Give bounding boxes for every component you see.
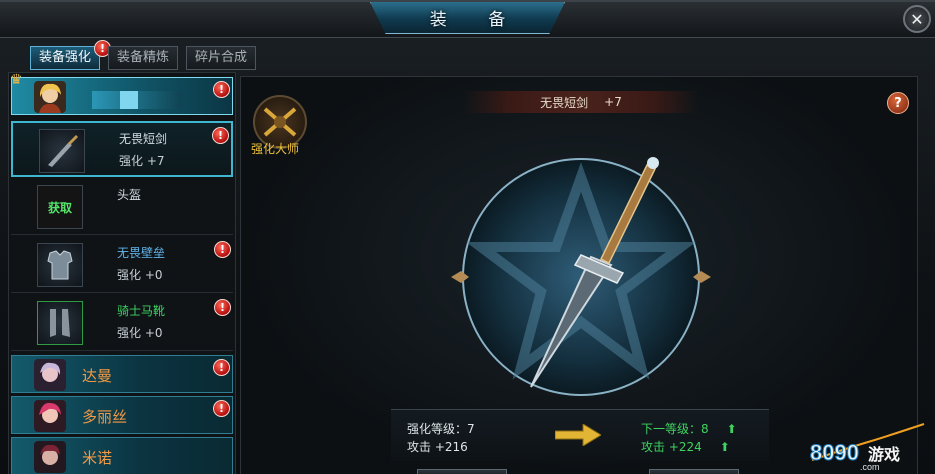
alert-icon: ! <box>213 81 230 98</box>
hero-avatar <box>34 441 66 473</box>
alert-icon: ! <box>213 359 230 376</box>
alert-icon: ! <box>214 241 231 258</box>
window-title: 装 备 <box>429 10 524 30</box>
tab-bar: 装备强化 ! 装备精炼 碎片合成 <box>30 40 257 70</box>
current-attack: 攻击 +216 <box>407 440 468 454</box>
site-watermark-logo: 8090 游戏 .com <box>810 423 925 472</box>
equipment-level: 强化 +7 <box>119 154 165 168</box>
hero-avatar <box>34 359 66 391</box>
tab-refine[interactable]: 装备精炼 <box>108 46 179 70</box>
equipment-slot-armor[interactable]: 无畏壁垒 强化 +0 ! <box>11 237 233 293</box>
item-name: 无畏短剑 <box>540 95 589 110</box>
crown-icon: ♛ <box>10 72 23 88</box>
enhance-master-label: 强化大师 <box>251 142 300 156</box>
item-level: +7 <box>604 95 622 109</box>
watermark-domain: .com <box>860 462 880 472</box>
hero-equipment-list: ♛ ! 无畏短剑 强化 +7 ! 获取 头盔 无畏壁垒 强化 +0 ! 骑士马靴… <box>8 72 236 474</box>
equipment-slot-weapon[interactable]: 无畏短剑 强化 +7 ! <box>11 121 233 177</box>
auto-enhance-button[interactable] <box>649 469 739 474</box>
enhance-button[interactable] <box>417 469 507 474</box>
title-bar: 装 备 ✕ <box>0 2 935 38</box>
tab-enhance-label: 装备强化 <box>39 50 92 65</box>
title-plate: 装 备 <box>370 2 565 34</box>
equipment-name: 无畏短剑 <box>119 132 168 146</box>
close-button[interactable]: ✕ <box>903 5 931 33</box>
up-arrow-icon: ⬆ <box>719 440 730 454</box>
alert-icon: ! <box>214 299 231 316</box>
boots-icon <box>37 301 83 345</box>
enhance-stats: 强化等级：7 攻击 +216 下一等级：8 ⬆ 攻击 +224 ⬆ <box>391 409 769 461</box>
equipment-slot-helmet[interactable]: 获取 头盔 <box>11 179 233 235</box>
help-button[interactable]: ? <box>887 92 909 114</box>
hero-row-main[interactable]: ♛ ! <box>10 72 233 115</box>
equipment-slot-boots[interactable]: 骑士马靴 强化 +0 ! <box>11 295 233 351</box>
alert-icon: ! <box>212 127 229 144</box>
watermark-number: 8090 <box>810 440 859 465</box>
helmet-icon: 获取 <box>37 185 83 229</box>
hero-row-daman[interactable]: 达曼 ! <box>11 355 233 393</box>
equipment-name: 无畏壁垒 <box>117 246 166 260</box>
current-level: 强化等级：7 <box>407 422 475 436</box>
equipment-name: 骑士马靴 <box>117 304 166 318</box>
tab-refine-label: 装备精炼 <box>117 50 170 65</box>
arrow-right-icon <box>555 424 601 446</box>
enhance-display-panel: 无畏短剑 +7 ? 强化大师 强化等级：7 攻击 +216 下一等级：8 ⬆ 攻… <box>240 76 918 474</box>
item-title-banner: 无畏短剑 +7 <box>463 91 699 113</box>
tab-fragment-synthesis[interactable]: 碎片合成 <box>186 46 257 70</box>
equipment-name: 头盔 <box>117 188 142 202</box>
up-arrow-icon: ⬆ <box>726 422 737 436</box>
next-attack: 攻击 +224 <box>641 440 702 454</box>
hero-row-mino[interactable]: 米诺 <box>11 437 233 474</box>
next-stats: 下一等级：8 ⬆ 攻击 +224 ⬆ <box>641 420 737 456</box>
current-stats: 强化等级：7 攻击 +216 <box>407 420 475 456</box>
alert-icon: ! <box>213 400 230 417</box>
hero-name: 米诺 <box>82 449 113 467</box>
next-level: 下一等级：8 <box>641 422 709 436</box>
equipment-window: 装 备 ✕ 装备强化 ! 装备精炼 碎片合成 ♛ ! 无畏短剑 强化 +7 ! … <box>0 0 935 474</box>
get-label[interactable]: 获取 <box>48 199 72 216</box>
armor-icon <box>37 243 83 287</box>
hero-name: 多丽丝 <box>82 408 128 426</box>
hero-avatar <box>34 400 66 432</box>
hero-row-doris[interactable]: 多丽丝 ! <box>11 396 233 434</box>
equipment-level: 强化 +0 <box>117 326 163 340</box>
dagger-icon <box>39 129 85 173</box>
equipment-level: 强化 +0 <box>117 268 163 282</box>
tab-enhance[interactable]: 装备强化 ! <box>30 40 112 70</box>
tab-fragment-label: 碎片合成 <box>195 50 248 65</box>
hero-avatar <box>34 81 66 113</box>
hero-name: 达曼 <box>82 367 113 385</box>
hero-name-redacted <box>92 91 182 109</box>
weapon-showcase <box>451 157 711 396</box>
